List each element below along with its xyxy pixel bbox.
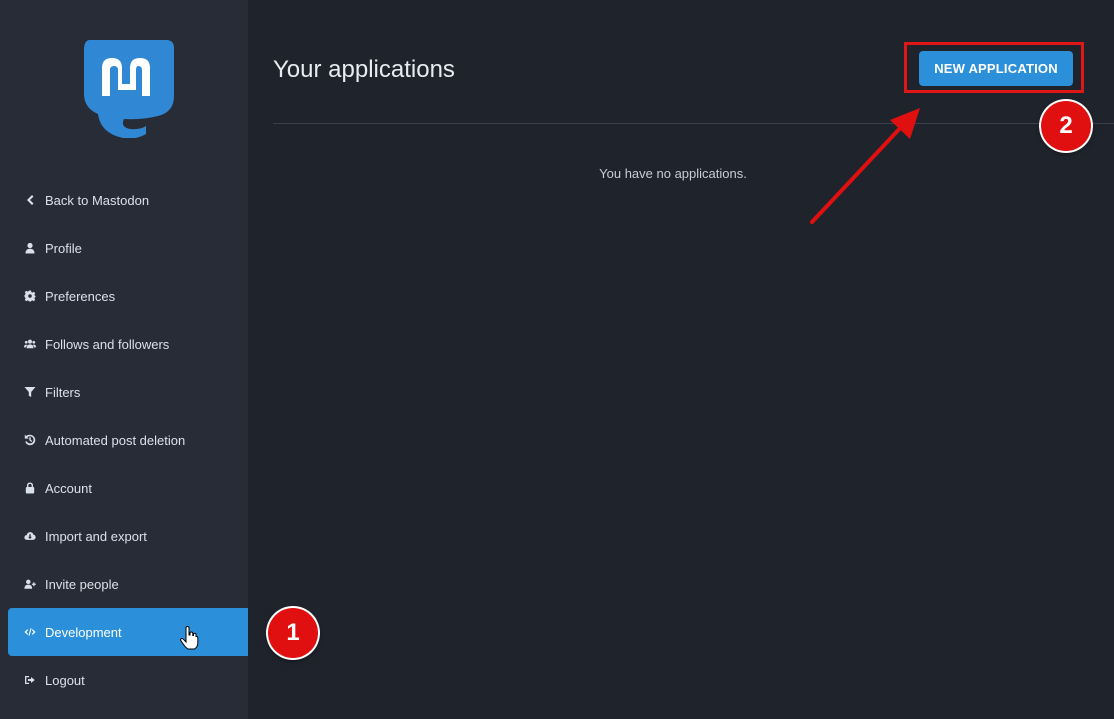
- sidebar: Back to Mastodon Profile Preferences Fol…: [0, 0, 248, 719]
- sidebar-item-label: Filters: [45, 384, 81, 400]
- page-title: Your applications: [273, 56, 455, 83]
- sidebar-nav: Back to Mastodon Profile Preferences Fol…: [8, 176, 248, 704]
- sidebar-item-label: Import and export: [45, 528, 147, 544]
- sidebar-item-account[interactable]: Account: [8, 464, 248, 512]
- step-badge-1: 1: [268, 608, 318, 658]
- mastodon-logo-icon[interactable]: [80, 34, 176, 138]
- hand-cursor-icon: [180, 626, 199, 650]
- users-icon: [22, 336, 38, 352]
- highlight-box: [904, 42, 1084, 93]
- user-icon: [22, 240, 38, 256]
- sidebar-item-label: Logout: [45, 672, 85, 688]
- sidebar-item-back-to-mastodon[interactable]: Back to Mastodon: [8, 176, 248, 224]
- sidebar-item-filters[interactable]: Filters: [8, 368, 248, 416]
- sidebar-item-logout[interactable]: Logout: [8, 656, 248, 704]
- sidebar-item-label: Preferences: [45, 288, 116, 304]
- sidebar-item-follows-and-followers[interactable]: Follows and followers: [8, 320, 248, 368]
- code-icon: [22, 624, 38, 640]
- step-badge-2: 2: [1041, 101, 1091, 151]
- user-plus-icon: [22, 576, 38, 592]
- sidebar-item-development[interactable]: Development: [8, 608, 248, 656]
- empty-state-message: You have no applications.: [599, 166, 747, 181]
- sidebar-item-invite-people[interactable]: Invite people: [8, 560, 248, 608]
- chevron-left-icon: [22, 192, 38, 208]
- sidebar-item-profile[interactable]: Profile: [8, 224, 248, 272]
- sidebar-item-preferences[interactable]: Preferences: [8, 272, 248, 320]
- sidebar-item-label: Development: [45, 624, 122, 640]
- sidebar-item-label: Account: [45, 480, 92, 496]
- filter-icon: [22, 384, 38, 400]
- lock-icon: [22, 480, 38, 496]
- divider: [273, 123, 1114, 124]
- sidebar-item-label: Follows and followers: [45, 336, 170, 352]
- sidebar-item-label: Automated post deletion: [45, 432, 186, 448]
- history-icon: [22, 432, 38, 448]
- cloud-download-icon: [22, 528, 38, 544]
- sidebar-item-automated-post-deletion[interactable]: Automated post deletion: [8, 416, 248, 464]
- sidebar-item-label: Back to Mastodon: [45, 192, 150, 208]
- gear-icon: [22, 288, 38, 304]
- sidebar-item-import-and-export[interactable]: Import and export: [8, 512, 248, 560]
- main-content: Your applications NEW APPLICATION You ha…: [248, 0, 1114, 719]
- sidebar-item-label: Profile: [45, 240, 82, 256]
- sign-out-icon: [22, 672, 38, 688]
- sidebar-item-label: Invite people: [45, 576, 119, 592]
